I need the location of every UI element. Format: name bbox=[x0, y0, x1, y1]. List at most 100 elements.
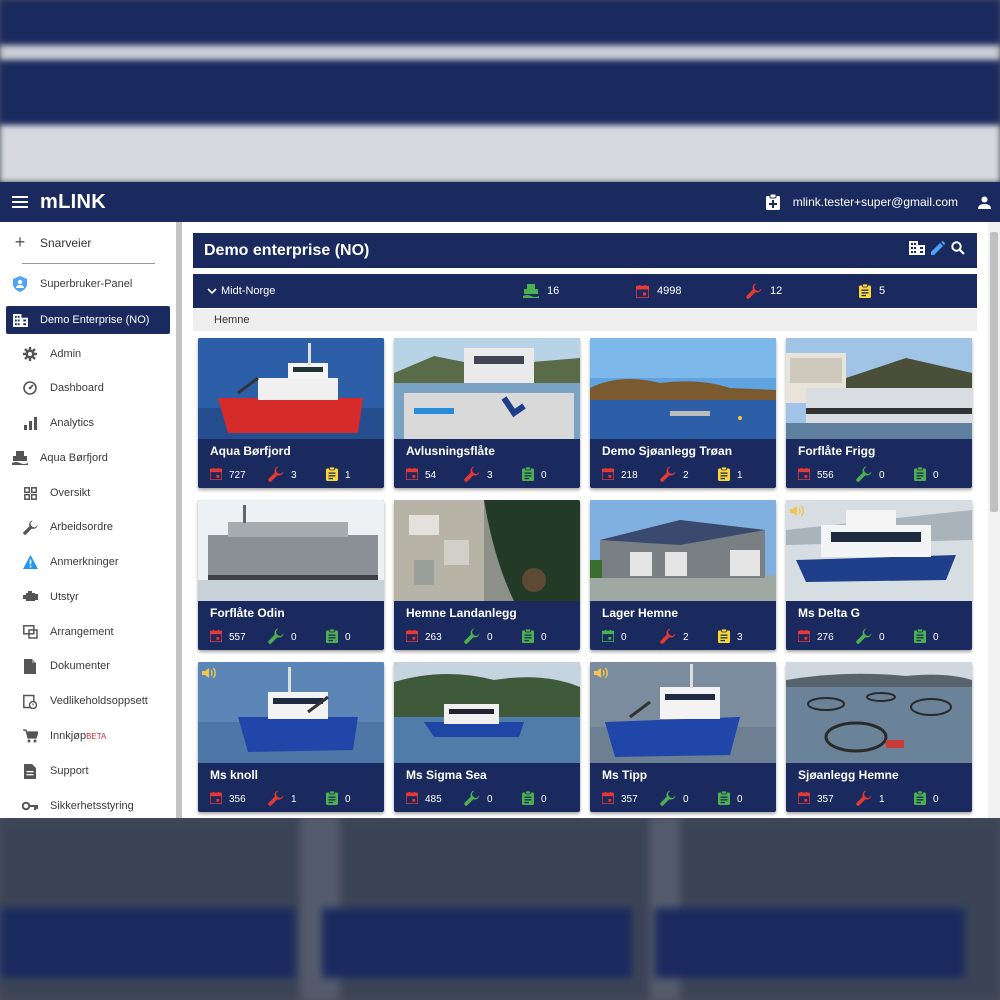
document-icon bbox=[20, 658, 40, 674]
clipboard-add-icon[interactable] bbox=[753, 194, 793, 210]
workorder-stat: 0 bbox=[856, 466, 914, 485]
clipboard-icon bbox=[914, 790, 926, 808]
sidebar-item-admin[interactable]: Admin bbox=[0, 340, 176, 368]
region-calendar-stat: 4998 bbox=[636, 284, 681, 298]
building-icon[interactable] bbox=[909, 241, 925, 260]
schedule-icon bbox=[20, 694, 40, 709]
calendar-stat: 357 bbox=[797, 792, 856, 807]
remark-count: 3 bbox=[737, 632, 743, 643]
asset-name: Ms Tipp bbox=[602, 768, 648, 782]
sidebar-item-vedlikeholdsoppsett[interactable]: Vedlikeholdsoppsett bbox=[0, 687, 176, 715]
remark-count: 0 bbox=[345, 794, 351, 805]
region-bar[interactable]: Midt-Norge 16 4998 12 5 bbox=[193, 274, 977, 308]
sidebar-item-demo-enterprise-no[interactable]: Demo Enterprise (NO) bbox=[6, 306, 170, 334]
asset-card[interactable]: Sjøanlegg Hemne 357 1 0 bbox=[786, 662, 972, 812]
search-icon[interactable] bbox=[951, 241, 965, 260]
asset-name: Ms knoll bbox=[210, 768, 259, 782]
remark-count: 0 bbox=[345, 632, 351, 643]
grid-icon bbox=[20, 486, 40, 500]
sidebar-item-dashboard[interactable]: Dashboard bbox=[0, 374, 176, 402]
sidebar-item-innkjøp[interactable]: Innkjøp BETA bbox=[0, 722, 176, 750]
shortcuts-label: Snarveier bbox=[40, 235, 92, 250]
sidebar-item-arrangement[interactable]: Arrangement bbox=[0, 618, 176, 646]
workorder-count: 0 bbox=[879, 632, 885, 643]
asset-card[interactable]: Aqua Børfjord 727 3 1 bbox=[198, 338, 384, 488]
sidebar-item-arbeidsordre[interactable]: Arbeidsordre bbox=[0, 513, 176, 541]
asset-card[interactable]: Avlusningsflåte 54 3 0 bbox=[394, 338, 580, 488]
asset-name: Forflåte Odin bbox=[210, 606, 285, 620]
calendar-stat: 356 bbox=[209, 792, 268, 807]
wrench-icon bbox=[268, 466, 284, 485]
asset-name: Ms Sigma Sea bbox=[406, 768, 487, 782]
sidebar-item-label: Oversikt bbox=[50, 487, 91, 499]
workorder-stat: 1 bbox=[856, 790, 914, 809]
sound-signal-icon bbox=[594, 666, 610, 684]
sidebar-item-utstyr[interactable]: Utstyr bbox=[0, 583, 176, 611]
clipboard-icon bbox=[522, 790, 534, 808]
wrench-icon bbox=[660, 466, 676, 485]
sidebar-item-label: Innkjøp bbox=[50, 730, 87, 742]
workorder-stat: 0 bbox=[464, 628, 522, 647]
sidebar-item-analytics[interactable]: Analytics bbox=[0, 409, 176, 437]
chevron-down-icon bbox=[207, 288, 217, 295]
remark-count: 0 bbox=[933, 632, 939, 643]
workorder-count: 1 bbox=[879, 794, 885, 805]
sidebar-item-aqua-børfjord[interactable]: Aqua Børfjord bbox=[0, 444, 176, 472]
edit-icon[interactable] bbox=[931, 241, 945, 260]
main-scrollbar[interactable] bbox=[988, 222, 1000, 818]
divider bbox=[22, 263, 155, 264]
asset-photo bbox=[786, 500, 972, 601]
asset-card[interactable]: Lager Hemne 0 2 3 bbox=[590, 500, 776, 650]
sidebar-item-oversikt[interactable]: Oversikt bbox=[0, 479, 176, 507]
clipboard-icon bbox=[914, 466, 926, 484]
calendar-stat: 54 bbox=[405, 468, 464, 483]
workorder-count: 3 bbox=[487, 470, 493, 481]
wrench-icon bbox=[20, 519, 40, 535]
sidebar-item-dokumenter[interactable]: Dokumenter bbox=[0, 652, 176, 680]
sidebar-item-support[interactable]: Support bbox=[0, 757, 176, 785]
menu-icon[interactable] bbox=[0, 182, 40, 222]
workorder-count: 0 bbox=[487, 794, 493, 805]
sidebar-item-label: Arrangement bbox=[50, 626, 114, 638]
person-icon[interactable] bbox=[968, 196, 1000, 209]
workorder-stat: 2 bbox=[660, 628, 718, 647]
asset-card[interactable]: Ms Tipp 357 0 0 bbox=[590, 662, 776, 812]
shortcuts-toggle[interactable]: + Snarveier bbox=[10, 232, 156, 253]
cart-icon bbox=[20, 729, 40, 743]
calendar-count: 276 bbox=[817, 632, 834, 643]
wrench-icon bbox=[746, 283, 762, 299]
asset-photo bbox=[394, 338, 580, 439]
sidebar-item-anmerkninger[interactable]: Anmerkninger bbox=[0, 548, 176, 576]
asset-card[interactable]: Forflåte Frigg 556 0 0 bbox=[786, 338, 972, 488]
remark-count: 0 bbox=[933, 470, 939, 481]
calendar-icon bbox=[209, 792, 223, 807]
user-email[interactable]: mlink.tester+super@gmail.com bbox=[793, 195, 958, 209]
wrench-icon bbox=[856, 628, 872, 647]
asset-card[interactable]: Ms knoll 356 1 0 bbox=[198, 662, 384, 812]
calendar-count: 263 bbox=[425, 632, 442, 643]
asset-card[interactable]: Demo Sjøanlegg Trøan 218 2 1 bbox=[590, 338, 776, 488]
region-toggle[interactable]: Midt-Norge bbox=[207, 285, 275, 297]
region-remarks-stat: 5 bbox=[859, 284, 885, 298]
asset-card[interactable]: Hemne Landanlegg 263 0 0 bbox=[394, 500, 580, 650]
asset-card[interactable]: Ms Delta G 276 0 0 bbox=[786, 500, 972, 650]
boat-icon bbox=[523, 284, 539, 298]
calendar-icon bbox=[405, 630, 419, 645]
wrench-icon bbox=[660, 790, 676, 809]
wrench-icon bbox=[856, 790, 872, 809]
region-workorders-count: 12 bbox=[770, 285, 783, 297]
clipboard-icon bbox=[718, 790, 730, 808]
wrench-icon bbox=[660, 628, 676, 647]
region-remarks-count: 5 bbox=[879, 285, 886, 297]
workorder-count: 0 bbox=[487, 632, 493, 643]
sidebar-item-sikkerhetsstyring[interactable]: Sikkerhetsstyring bbox=[0, 792, 176, 818]
warning-icon bbox=[20, 555, 40, 569]
asset-card[interactable]: Forflåte Odin 557 0 0 bbox=[198, 500, 384, 650]
region-name: Midt-Norge bbox=[221, 285, 276, 297]
brand-logo[interactable]: mLINK bbox=[40, 191, 106, 214]
asset-card[interactable]: Ms Sigma Sea 485 0 0 bbox=[394, 662, 580, 812]
sidebar-item-superbruker-panel[interactable]: Superbruker-Panel bbox=[0, 270, 176, 298]
sidebar-item-label: Superbruker-Panel bbox=[40, 278, 133, 290]
calendar-count: 357 bbox=[817, 794, 834, 805]
workorder-stat: 1 bbox=[268, 790, 326, 809]
